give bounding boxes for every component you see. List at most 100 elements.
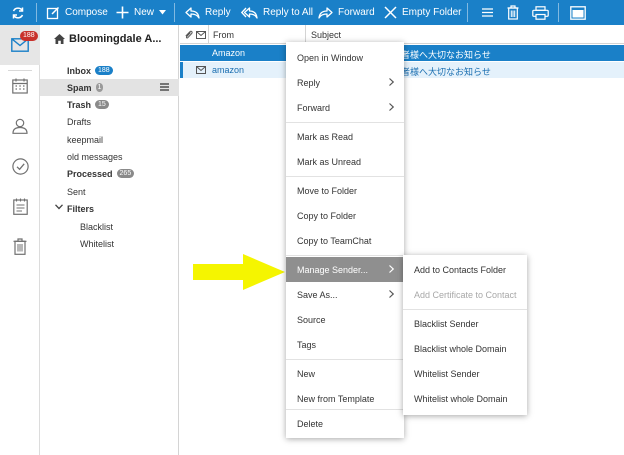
folder-processed[interactable]: Processed 265 [40,165,179,182]
rail-tasks[interactable] [0,146,40,186]
read-status-column-header[interactable] [196,25,206,44]
folder-sent[interactable]: Sent [40,183,179,200]
folder-old-messages[interactable]: old messages [40,148,179,165]
trash-icon [507,5,519,20]
menu-item-reply[interactable]: Reply [286,70,404,95]
calendar-icon [12,78,28,94]
reply-all-icon [241,6,258,19]
window-layout-icon [570,5,586,20]
reply-button[interactable]: Reply [185,0,231,25]
rail-notes[interactable] [0,186,40,226]
message-from: amazon [212,65,245,75]
rail-mail[interactable]: 188 [0,25,40,65]
menu-item-new[interactable]: New [286,361,404,386]
attachment-column-header[interactable] [184,25,193,44]
menu-item-whitelist-whole-domain[interactable]: Whitelist whole Domain [403,386,527,411]
folder-inbox[interactable]: Inbox 188 [40,62,179,79]
from-column-header[interactable]: From [213,25,234,44]
message-subject: 者様へ大切なお知らせ [401,50,491,60]
menu-item-manage-sender[interactable]: Manage Sender... [286,257,404,282]
new-label: New [134,7,155,18]
envelope-icon [196,66,206,74]
message-subject: 者様へ大切なお知らせ [401,67,491,77]
menu-item-mark-as-unread[interactable]: Mark as Unread [286,149,404,174]
menu-item-blacklist-whole-domain[interactable]: Blacklist whole Domain [403,336,527,361]
menu-item-open-in-window[interactable]: Open in Window [286,45,404,70]
menu-item-copy-to-teamchat[interactable]: Copy to TeamChat [286,228,404,253]
folder-blacklist[interactable]: Blacklist [40,218,179,235]
menu-item-label: Copy to Folder [297,210,357,221]
refresh-button[interactable] [11,0,25,25]
menu-item-label: Source [297,314,326,325]
unread-count-badge: 1 [95,83,104,92]
rail-calendar[interactable] [0,66,40,106]
menu-item-label: Mark as Read [297,131,354,142]
envelope-icon [196,30,206,39]
folder-whitelist[interactable]: Whitelist [40,235,179,252]
annotation-arrow-icon [193,254,285,290]
column-divider [208,25,209,44]
menu-item-label: Whitelist Sender [414,368,480,379]
rail-contacts[interactable] [0,106,40,146]
menu-item-mark-as-read[interactable]: Mark as Read [286,124,404,149]
menu-item-label: Open in Window [297,52,364,63]
empty-folder-button[interactable]: Empty Folder [384,0,461,25]
menu-item-save-as[interactable]: Save As... [286,282,404,307]
account-header[interactable]: Bloomingdale A... [54,32,178,46]
toolbar-separator [36,3,37,22]
menu-item-label: Add Certificate to Contact [414,289,517,300]
message-from: Amazon [212,48,246,58]
menu-button[interactable] [482,0,493,25]
layout-toggle-button[interactable] [570,0,586,25]
menu-item-label: Tags [297,339,317,350]
menu-item-source[interactable]: Source [286,307,404,332]
menu-item-move-to-folder[interactable]: Move to Folder [286,178,404,203]
folder-drafts[interactable]: Drafts [40,113,179,130]
menu-item-add-certificate-to-contact: Add Certificate to Contact [403,282,527,307]
menu-item-blacklist-sender[interactable]: Blacklist Sender [403,311,527,336]
unread-count-badge: 15 [95,100,109,109]
menu-item-add-to-contacts-folder[interactable]: Add to Contacts Folder [403,257,527,282]
folder-spam[interactable]: Spam 1 [40,79,179,96]
menu-item-delete[interactable]: Delete [286,411,404,436]
new-button[interactable]: New [116,0,167,25]
reply-all-label: Reply to All [263,7,314,18]
menu-separator [286,122,404,123]
menu-item-tags[interactable]: Tags [286,332,404,357]
unread-count-badge: 188 [95,66,113,75]
context-menu: Open in Window Reply Forward Mark as Rea… [286,42,404,438]
toolbar-separator [558,3,559,22]
menu-item-new-from-template[interactable]: New from Template [286,386,404,411]
forward-button[interactable]: Forward [318,0,375,25]
empty-folder-label: Empty Folder [402,7,462,18]
forward-label: Forward [338,7,375,18]
notes-icon [12,198,28,215]
folder-trash[interactable]: Trash 15 [40,96,179,113]
menu-item-label: Copy to TeamChat [297,235,372,246]
manage-sender-submenu: Add to Contacts Folder Add Certificate t… [403,255,527,415]
folder-keepmail[interactable]: keepmail [40,131,179,148]
rail-trash[interactable] [0,226,40,266]
reply-icon [185,6,200,19]
menu-item-copy-to-folder[interactable]: Copy to Folder [286,203,404,228]
folder-label: Sent [67,186,86,197]
print-button[interactable] [532,0,549,25]
menu-item-forward[interactable]: Forward [286,95,404,120]
folder-menu-icon[interactable] [160,83,169,91]
delete-button[interactable] [507,0,519,25]
close-x-icon [384,6,397,19]
printer-icon [532,5,549,20]
paperclip-icon [185,30,193,39]
folder-filters[interactable]: Filters [40,200,179,217]
chevron-down-icon[interactable] [55,204,63,210]
menu-item-label: Delete [297,418,324,429]
app-rail: 188 [0,25,40,455]
compose-button[interactable]: Compose [46,0,108,25]
menu-item-whitelist-sender[interactable]: Whitelist Sender [403,361,527,386]
menu-item-label: Save As... [297,289,338,300]
chevron-right-icon [389,290,394,298]
menu-separator [286,359,404,360]
reply-all-button[interactable]: Reply to All [241,0,313,25]
forward-icon [318,6,333,19]
person-icon [12,118,28,134]
